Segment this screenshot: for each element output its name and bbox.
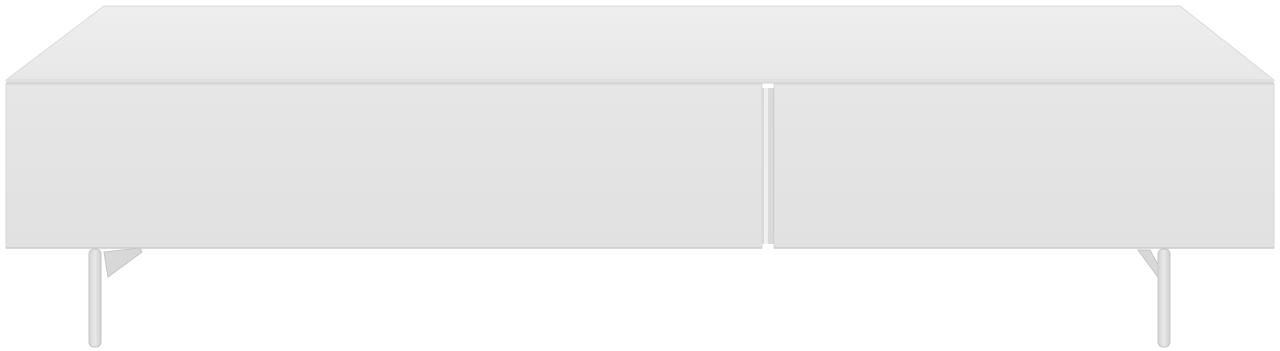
- right-drawer: [773, 83, 1275, 249]
- tv-bench-illustration: [4, 5, 1276, 348]
- front-left-leg: [88, 248, 102, 348]
- product-image: [0, 0, 1280, 351]
- bench-top: [4, 5, 1276, 81]
- top-edge: [6, 79, 1274, 83]
- back-left-leg: [103, 247, 143, 278]
- left-drawer: [5, 83, 763, 249]
- drawer-divider: [762, 88, 774, 244]
- front-right-leg: [1157, 248, 1171, 348]
